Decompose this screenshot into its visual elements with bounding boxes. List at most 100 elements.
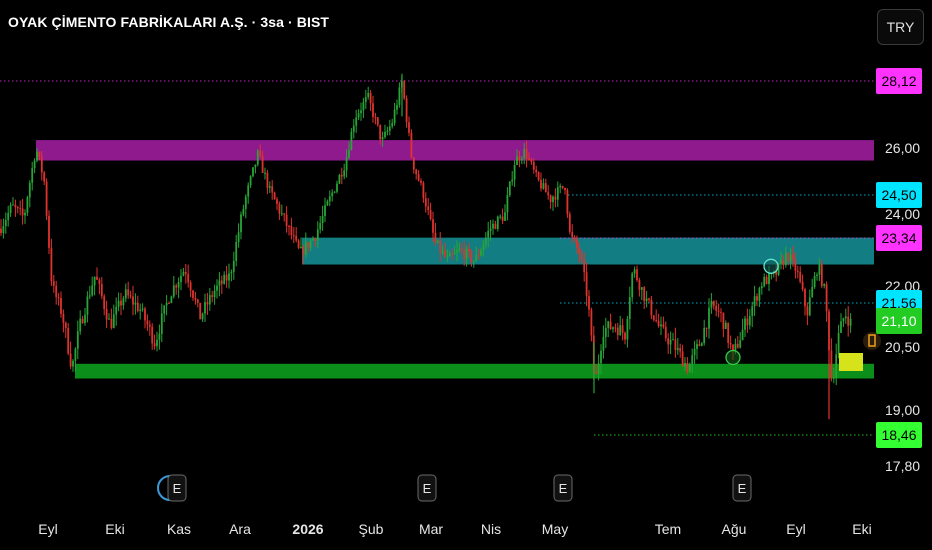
candle-body <box>556 187 559 200</box>
candle-body <box>256 150 259 165</box>
candle-body <box>384 131 386 138</box>
candle-body <box>472 260 475 263</box>
candle-body <box>336 183 338 192</box>
candle-body <box>468 248 470 252</box>
candle-body <box>722 312 725 329</box>
candle-body <box>264 172 266 174</box>
candle-body <box>657 320 660 327</box>
candle-body <box>182 272 185 276</box>
currency-button[interactable]: TRY <box>877 9 924 45</box>
candle-body <box>540 179 542 189</box>
candle-body <box>16 207 19 209</box>
candle-body <box>842 318 845 322</box>
candle-body <box>492 223 494 229</box>
candle-body <box>309 240 312 248</box>
candle-body <box>847 316 850 326</box>
candle-body <box>684 362 686 367</box>
candle-body <box>768 273 770 285</box>
candle-body <box>489 228 492 231</box>
x-tick-label: Eki <box>105 521 124 537</box>
candle-body <box>88 295 91 297</box>
candle-body <box>792 254 794 260</box>
green-support-zone[interactable] <box>75 363 874 379</box>
candle-body <box>86 296 89 315</box>
purple-resistance-zone[interactable] <box>36 140 874 161</box>
candle-body <box>662 324 665 327</box>
candle-body <box>544 183 547 193</box>
x-tick-label: Şub <box>359 521 384 537</box>
projection-box[interactable] <box>839 353 863 371</box>
candle-body <box>369 92 372 104</box>
candle-body <box>242 208 245 215</box>
candle-body <box>292 235 295 237</box>
candle-body <box>439 240 442 253</box>
candle-body <box>55 285 58 298</box>
candle-body <box>321 215 324 224</box>
candle-body <box>201 313 204 320</box>
candle-body <box>763 276 766 287</box>
candle-body <box>112 314 115 329</box>
x-tick-label: Eyl <box>38 521 57 537</box>
candle-body <box>801 281 804 290</box>
candle-body <box>696 344 698 349</box>
symbol-title[interactable]: OYAK ÇİMENTO FABRİKALARI A.Ş. · 3sa · BI… <box>8 14 329 30</box>
candle-body <box>576 239 578 248</box>
candle-body <box>343 170 346 177</box>
candle-body <box>465 248 468 260</box>
candle-body <box>537 172 540 180</box>
candle-body <box>276 199 278 204</box>
candle-body <box>612 327 614 329</box>
candle-body <box>820 264 823 286</box>
price-chart[interactable]: 26,0024,0022,0020,5019,0017,8028,1224,50… <box>0 0 932 550</box>
candle-body <box>453 252 456 255</box>
candle-body <box>667 338 670 345</box>
candle-body <box>129 295 132 297</box>
candle-body <box>518 156 521 161</box>
y-tick-label: 26,00 <box>885 140 920 156</box>
x-tick-label: Ağu <box>722 521 747 537</box>
candle-body <box>319 223 322 230</box>
candle-body <box>81 318 84 323</box>
earnings-marker[interactable]: E <box>732 474 752 502</box>
candle-body <box>69 353 72 367</box>
candle-body <box>127 289 130 296</box>
candle-body <box>549 195 552 203</box>
candle-body <box>520 158 523 161</box>
candle-body <box>648 298 650 300</box>
candle-body <box>681 351 684 367</box>
candle-body <box>187 273 190 283</box>
candle-body <box>105 309 108 320</box>
candle-body <box>816 274 818 276</box>
candle-body <box>720 311 722 313</box>
chart-window: 26,00 24,00 22,00 20,50 19,00 17,80 28,12 24,50… <box>0 0 932 550</box>
candle-body <box>163 305 166 314</box>
candle-body <box>295 235 298 241</box>
candle-body <box>429 210 432 220</box>
candle-body <box>554 196 557 200</box>
earnings-marker[interactable]: E <box>553 474 573 502</box>
candle-body <box>189 282 192 291</box>
candle-body <box>4 220 7 227</box>
earnings-marker[interactable]: E <box>417 474 437 502</box>
earnings-marker[interactable]: E <box>157 474 187 502</box>
candle-body <box>64 322 67 329</box>
candle-body <box>691 355 694 364</box>
x-tick-label: Tem <box>655 521 681 537</box>
green-circle-marker[interactable] <box>725 349 741 366</box>
candle-body <box>151 326 154 344</box>
candle-body <box>530 159 533 162</box>
candle-body <box>604 327 607 337</box>
candle-body <box>621 325 624 333</box>
candle-body <box>746 318 749 326</box>
candle-body <box>398 87 401 105</box>
teal-circle-marker[interactable] <box>763 258 779 274</box>
candle-body <box>122 298 125 306</box>
candle-body <box>748 315 751 326</box>
candle-body <box>703 327 706 344</box>
candle-body <box>0 228 2 234</box>
candle-body <box>535 169 538 173</box>
candle-body <box>840 321 842 333</box>
candle-body <box>600 350 602 364</box>
candle-body <box>664 326 667 339</box>
candle-body <box>160 313 163 334</box>
